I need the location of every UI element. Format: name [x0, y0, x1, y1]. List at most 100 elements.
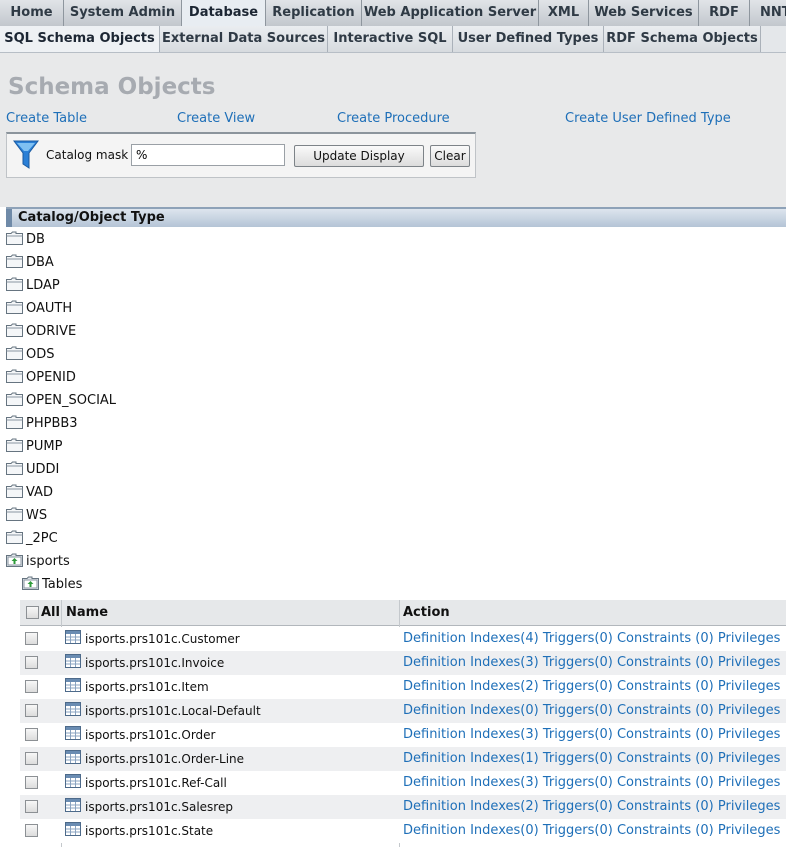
tab-nntp[interactable]: NNTP [750, 0, 786, 26]
table-row: isports.prs101c.Invoice Definition Indexe… [20, 651, 786, 675]
folder-icon [6, 254, 23, 268]
table-row: isports.prs101c.Order-Line Definition Ind… [20, 747, 786, 771]
folder-icon [6, 231, 23, 245]
tab-system-admin[interactable]: System Admin [64, 0, 182, 26]
update-display-button[interactable]: Update Display [294, 145, 424, 167]
subtab-interactive-sql[interactable]: Interactive SQL [328, 26, 453, 52]
privileges-link[interactable]: Privileges [718, 679, 781, 694]
privileges-link[interactable]: Privileges [718, 703, 781, 718]
select-all-checkbox[interactable] [26, 606, 39, 619]
table-name: isports.prs101c.State [85, 824, 214, 838]
tab-home[interactable]: Home [0, 0, 64, 26]
tab-web-application-server[interactable]: Web Application Server [362, 0, 539, 26]
constraints-link[interactable]: Constraints (0) [617, 823, 714, 838]
triggers-link[interactable]: Triggers(0) [543, 727, 613, 742]
table-icon [65, 798, 81, 812]
triggers-link[interactable]: Triggers(0) [543, 703, 613, 718]
indexes-link[interactable]: Indexes(3) [470, 775, 539, 790]
subtab-sql-schema-objects[interactable]: SQL Schema Objects [0, 26, 160, 52]
definition-link[interactable]: Definition [403, 655, 466, 670]
triggers-link[interactable]: Triggers(0) [543, 655, 613, 670]
table-row: isports.prs101c.State Definition Indexes(… [20, 819, 786, 843]
tab-xml[interactable]: XML [539, 0, 589, 26]
subtab-user-defined-types[interactable]: User Defined Types [453, 26, 604, 52]
privileges-link[interactable]: Privileges [718, 823, 781, 838]
row-actions: Definition Indexes(0) Triggers(0) Constr… [403, 703, 780, 718]
indexes-link[interactable]: Indexes(3) [470, 727, 539, 742]
privileges-link[interactable]: Privileges [718, 727, 781, 742]
triggers-link[interactable]: Triggers(0) [543, 751, 613, 766]
definition-link[interactable]: Definition [403, 751, 466, 766]
table-icon [65, 678, 81, 692]
name-header-label: Name [66, 605, 109, 620]
catalog-folder-label: OPEN_SOCIAL [26, 393, 117, 408]
definition-link[interactable]: Definition [403, 631, 466, 646]
constraints-link[interactable]: Constraints (0) [617, 727, 714, 742]
catalog-folder-label: PHPBB3 [26, 416, 78, 431]
tab-replication[interactable]: Replication [266, 0, 362, 26]
row-checkbox[interactable] [25, 776, 38, 789]
tab-web-services[interactable]: Web Services [589, 0, 699, 26]
table-row: isports.prs101c.Salesrep Definition Index… [20, 795, 786, 819]
filter-funnel-icon [13, 140, 39, 169]
definition-link[interactable]: Definition [403, 775, 466, 790]
constraints-link[interactable]: Constraints (0) [617, 703, 714, 718]
triggers-link[interactable]: Triggers(0) [543, 679, 613, 694]
indexes-link[interactable]: Indexes(1) [470, 751, 539, 766]
definition-link[interactable]: Definition [403, 823, 466, 838]
catalog-mask-input[interactable] [131, 144, 285, 166]
catalog-folder-label: ODRIVE [26, 324, 77, 339]
triggers-link[interactable]: Triggers(0) [543, 823, 613, 838]
triggers-link[interactable]: Triggers(0) [543, 799, 613, 814]
definition-link[interactable]: Definition [403, 679, 466, 694]
indexes-link[interactable]: Indexes(3) [470, 655, 539, 670]
indexes-link[interactable]: Indexes(0) [470, 703, 539, 718]
privileges-link[interactable]: Privileges [718, 655, 781, 670]
row-checkbox[interactable] [25, 704, 38, 717]
create-view-link[interactable]: Create View [177, 111, 255, 126]
catalog-folder-label: _2PC [26, 531, 58, 546]
indexes-link[interactable]: Indexes(0) [470, 823, 539, 838]
constraints-link[interactable]: Constraints (0) [617, 799, 714, 814]
constraints-link[interactable]: Constraints (0) [617, 631, 714, 646]
definition-link[interactable]: Definition [403, 703, 466, 718]
privileges-link[interactable]: Privileges [718, 799, 781, 814]
privileges-link[interactable]: Privileges [718, 751, 781, 766]
triggers-link[interactable]: Triggers(0) [543, 631, 613, 646]
page-title: Schema Objects [8, 74, 216, 100]
subtab-rdf-schema-objects[interactable]: RDF Schema Objects [604, 26, 761, 52]
constraints-link[interactable]: Constraints (0) [617, 655, 714, 670]
row-checkbox[interactable] [25, 632, 38, 645]
row-checkbox[interactable] [25, 824, 38, 837]
action-column-header: Action [400, 600, 786, 626]
catalog-folder-label: PUMP [26, 439, 63, 454]
create-user-defined-type-link[interactable]: Create User Defined Type [565, 111, 731, 126]
row-checkbox[interactable] [25, 656, 38, 669]
subtab-external-data-sources[interactable]: External Data Sources [160, 26, 328, 52]
constraints-link[interactable]: Constraints (0) [617, 751, 714, 766]
select-all-label: All [41, 605, 60, 620]
constraints-link[interactable]: Constraints (0) [617, 775, 714, 790]
indexes-link[interactable]: Indexes(2) [470, 799, 539, 814]
triggers-link[interactable]: Triggers(0) [543, 775, 613, 790]
folder-icon [6, 507, 23, 521]
table-row: isports.prs101c.Customer Definition Index… [20, 627, 786, 651]
row-checkbox[interactable] [25, 800, 38, 813]
create-table-link[interactable]: Create Table [6, 111, 87, 126]
folder-icon [6, 438, 23, 452]
catalog-folder-label: LDAP [26, 278, 60, 293]
clear-button[interactable]: Clear [430, 145, 470, 167]
tab-rdf[interactable]: RDF [699, 0, 750, 26]
indexes-link[interactable]: Indexes(2) [470, 679, 539, 694]
row-checkbox[interactable] [25, 752, 38, 765]
definition-link[interactable]: Definition [403, 727, 466, 742]
row-checkbox[interactable] [25, 728, 38, 741]
create-procedure-link[interactable]: Create Procedure [337, 111, 450, 126]
definition-link[interactable]: Definition [403, 799, 466, 814]
tab-database[interactable]: Database [182, 0, 266, 26]
constraints-link[interactable]: Constraints (0) [617, 679, 714, 694]
privileges-link[interactable]: Privileges [718, 775, 781, 790]
privileges-link[interactable]: Privileges [718, 631, 781, 646]
row-checkbox[interactable] [25, 680, 38, 693]
indexes-link[interactable]: Indexes(4) [470, 631, 539, 646]
